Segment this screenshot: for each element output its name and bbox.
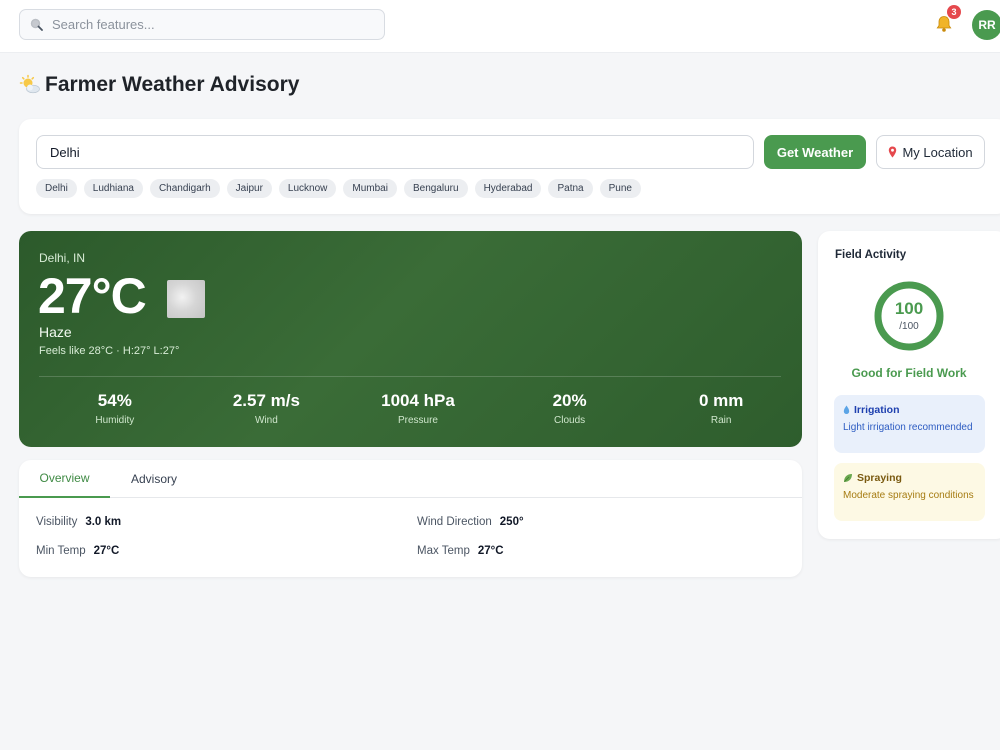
quick-city-chips: Delhi Ludhiana Chandigarh Jaipur Lucknow… (36, 179, 641, 198)
city-chip-delhi[interactable]: Delhi (36, 179, 77, 198)
detail-wind-direction: Wind Direction 250° (417, 516, 524, 528)
detail-visibility: Visibility 3.0 km (36, 516, 121, 528)
stat-value: 54% (97, 391, 132, 410)
irrigation-advice: Irrigation Light irrigation recommended (834, 395, 985, 453)
stat-wind: 2.57 m/s Wind (191, 391, 343, 426)
field-activity-card: Field Activity 100 /100 Good for Field W… (818, 231, 1000, 539)
stat-clouds: 20% Clouds (494, 391, 646, 426)
city-chip-lucknow[interactable]: Lucknow (278, 179, 337, 198)
current-weather-card: Delhi, IN 27°C Haze Feels like 28°C · H:… (19, 231, 802, 447)
field-status: Good for Field Work (851, 366, 967, 380)
page-title-text: Farmer Weather Advisory (45, 73, 300, 96)
spraying-advice: Spraying Moderate spraying conditions (834, 463, 985, 521)
user-avatar[interactable]: RR (972, 10, 1000, 40)
city-input[interactable] (36, 135, 754, 169)
get-weather-button[interactable]: Get Weather (764, 135, 866, 169)
tab-advisory[interactable]: Advisory (110, 460, 198, 498)
detail-label: Visibility (36, 516, 78, 528)
city-chip-patna[interactable]: Patna (548, 179, 593, 198)
search-icon (30, 18, 44, 32)
stat-value: 0 mm (698, 391, 744, 410)
detail-value: 27°C (93, 545, 120, 557)
leaf-icon (844, 474, 852, 482)
city-chip-mumbai[interactable]: Mumbai (343, 179, 397, 198)
haze-icon (167, 280, 205, 318)
stat-humidity: 54% Humidity (39, 391, 191, 426)
water-drop-icon (843, 405, 850, 414)
detail-value: 250° (499, 516, 524, 528)
detail-value: 27°C (477, 545, 504, 557)
detail-max-temp: Max Temp 27°C (417, 545, 504, 557)
my-location-button[interactable]: My Location (876, 135, 985, 169)
field-score-max: /100 (899, 321, 919, 332)
stat-label: Wind (254, 415, 278, 426)
detail-min-temp: Min Temp 27°C (36, 545, 119, 557)
stat-value: 1004 hPa (381, 391, 455, 410)
my-location-label: My Location (902, 144, 973, 160)
current-temperature: 27°C (38, 268, 147, 324)
map-pin-icon (888, 146, 897, 158)
detail-value: 3.0 km (85, 516, 122, 528)
stat-rain: 0 mm Rain (645, 391, 797, 426)
weather-condition: Haze (39, 324, 72, 340)
city-chip-ludhiana[interactable]: Ludhiana (83, 179, 143, 198)
city-chip-pune[interactable]: Pune (599, 179, 641, 198)
notification-badge: 3 (947, 5, 961, 19)
city-chip-chandigarh[interactable]: Chandigarh (149, 179, 220, 198)
stat-value: 20% (552, 391, 587, 410)
search-input[interactable] (52, 17, 372, 32)
top-bar: 3 RR (0, 0, 1000, 53)
stat-label: Clouds (554, 415, 586, 426)
field-activity-title: Field Activity (835, 249, 907, 261)
stat-label: Humidity (95, 415, 135, 426)
tab-bar: Overview Advisory (19, 460, 802, 498)
field-score: 100 (894, 299, 924, 318)
city-chip-jaipur[interactable]: Jaipur (226, 179, 272, 198)
spraying-heading: Spraying (843, 472, 976, 484)
stat-label: Pressure (397, 415, 438, 426)
location-search-card: Get Weather My Location Delhi Ludhiana C… (19, 119, 1000, 214)
irrigation-heading: Irrigation (843, 404, 976, 416)
search-box[interactable] (19, 9, 385, 40)
irrigation-text: Light irrigation recommended (843, 422, 973, 433)
city-chip-bengaluru[interactable]: Bengaluru (403, 179, 468, 198)
detail-label: Wind Direction (417, 516, 492, 528)
tab-overview[interactable]: Overview (19, 460, 110, 498)
sun-behind-cloud-icon (19, 74, 41, 96)
weather-location: Delhi, IN (39, 251, 86, 265)
stat-label: Rain (710, 415, 732, 426)
stat-value: 2.57 m/s (232, 391, 300, 410)
weather-stats: 54% Humidity 2.57 m/s Wind 1004 hPa Pres… (39, 391, 797, 426)
divider (39, 376, 781, 377)
stat-pressure: 1004 hPa Pressure (342, 391, 494, 426)
irrigation-title: Irrigation (854, 404, 900, 416)
spraying-text: Moderate spraying conditions (843, 490, 974, 501)
spraying-title: Spraying (857, 472, 902, 484)
feels-like-text: Feels like 28°C · H:27° L:27° (39, 345, 180, 357)
city-chip-hyderabad[interactable]: Hyderabad (474, 179, 542, 198)
detail-label: Max Temp (417, 545, 470, 557)
page-title: Farmer Weather Advisory (19, 73, 299, 97)
detail-label: Min Temp (36, 545, 86, 557)
details-tabs-card: Overview Advisory Visibility 3.0 km Wind… (19, 460, 802, 577)
